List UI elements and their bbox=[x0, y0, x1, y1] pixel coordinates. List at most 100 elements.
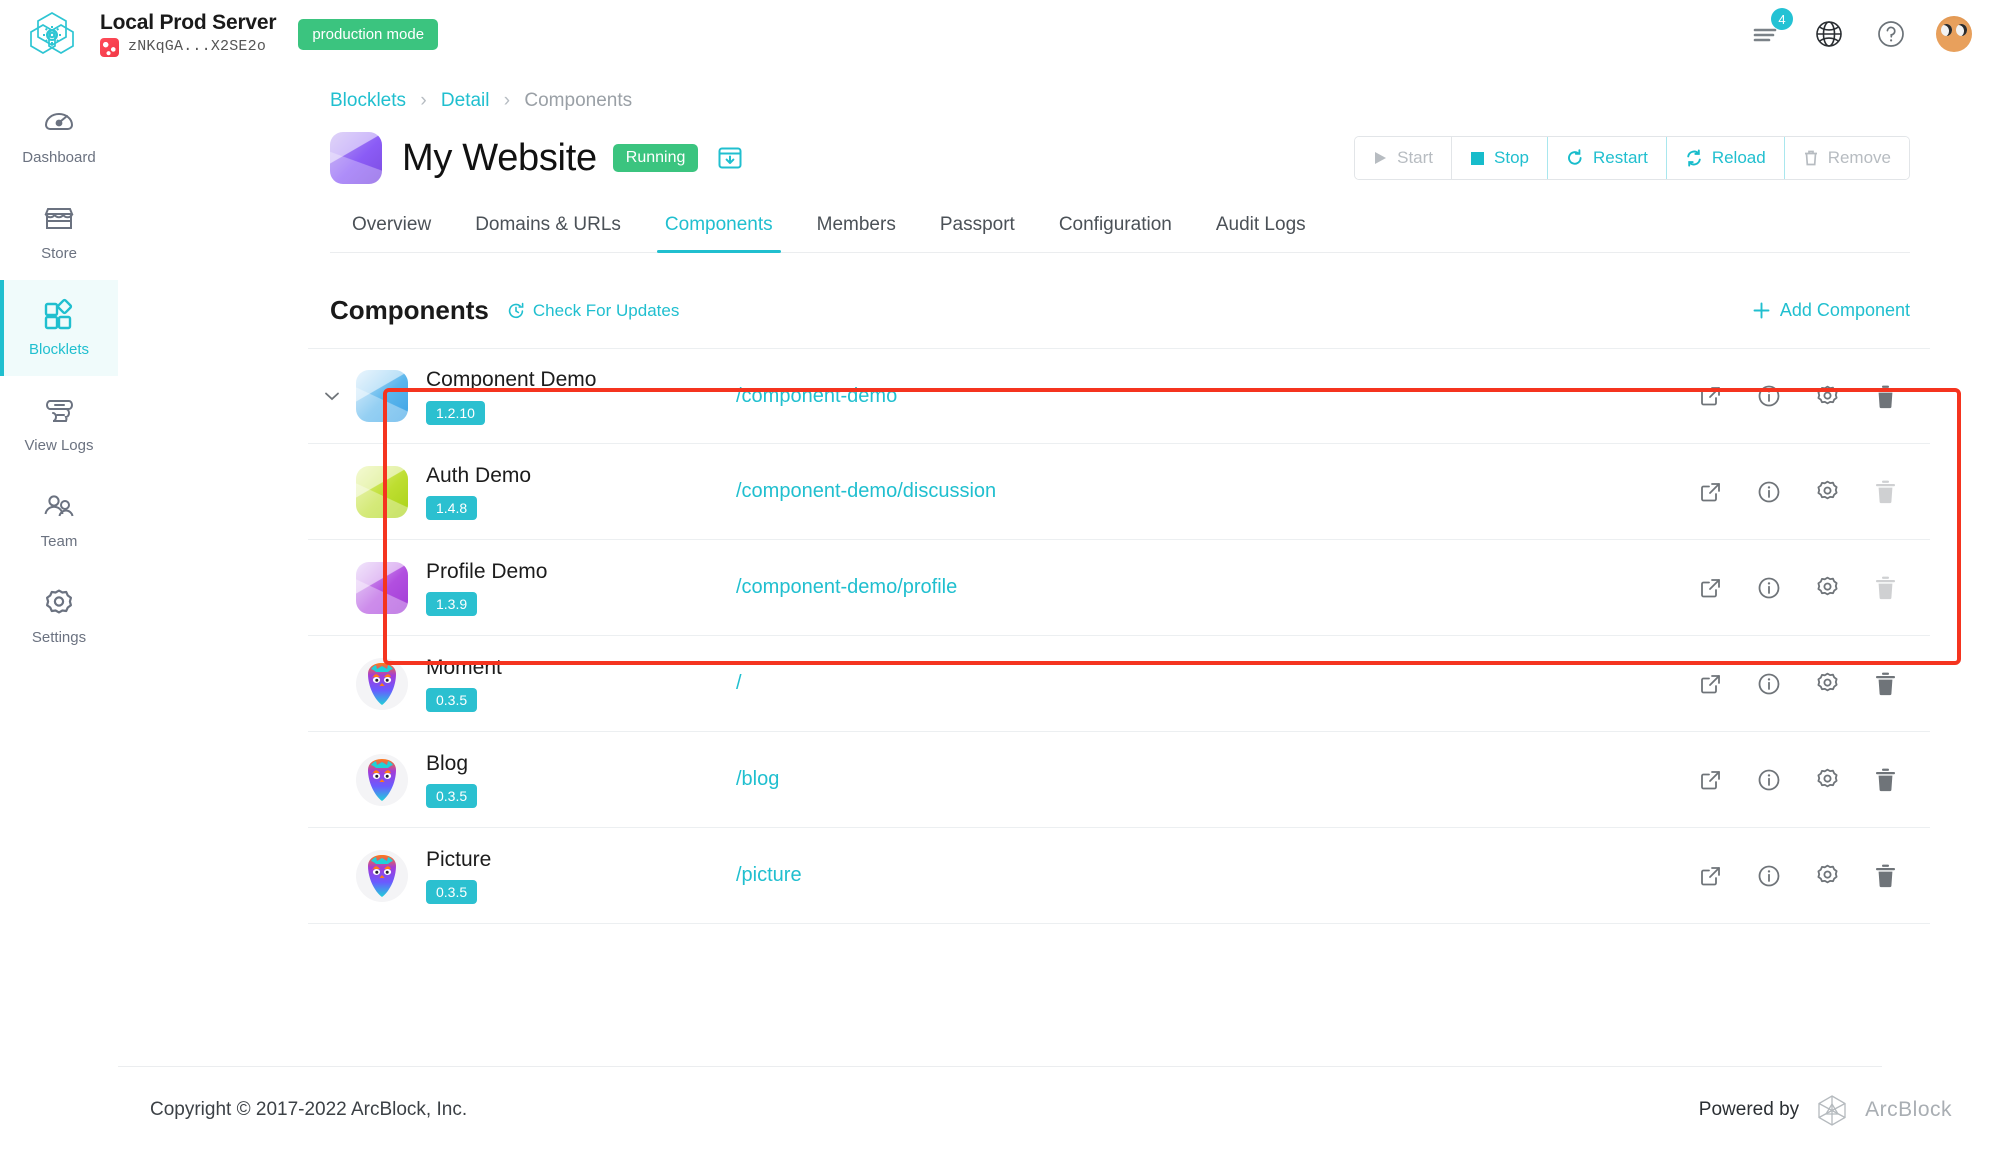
info-circle-icon[interactable] bbox=[1754, 381, 1784, 411]
tab-domains-urls[interactable]: Domains & URLs bbox=[453, 214, 643, 252]
sidebar-item-label: Team bbox=[40, 533, 78, 550]
stop-button[interactable]: Stop bbox=[1452, 137, 1549, 179]
component-meta: Blog 0.3.5 bbox=[426, 751, 736, 809]
gear-icon[interactable] bbox=[1812, 669, 1842, 699]
external-link-icon[interactable] bbox=[1696, 477, 1726, 507]
start-button-label: Start bbox=[1397, 148, 1434, 167]
chevron-down-icon[interactable] bbox=[308, 390, 356, 402]
mascot-owl-icon bbox=[368, 758, 396, 801]
version-badge: 1.4.8 bbox=[426, 496, 478, 521]
component-icon bbox=[356, 657, 408, 710]
info-circle-icon[interactable] bbox=[1754, 669, 1784, 699]
trash-icon[interactable] bbox=[1870, 765, 1900, 795]
table-row[interactable]: Auth Demo 1.4.8 /component-demo/discussi… bbox=[308, 444, 1930, 540]
mascot-owl-icon bbox=[368, 854, 396, 897]
breadcrumb-item-detail[interactable]: Detail bbox=[441, 90, 490, 111]
version-badge: 1.2.10 bbox=[426, 400, 485, 425]
external-link-icon[interactable] bbox=[1696, 381, 1726, 411]
trash-icon[interactable] bbox=[1870, 861, 1900, 891]
component-icon bbox=[356, 753, 408, 806]
tab-components[interactable]: Components bbox=[643, 214, 795, 253]
trash-icon bbox=[1870, 477, 1900, 507]
did-avatar-icon bbox=[100, 37, 119, 57]
copyright-text: Copyright © 2017-2022 ArcBlock, Inc. bbox=[150, 1099, 468, 1120]
arcblock-hexagon-logo-icon[interactable] bbox=[26, 8, 78, 60]
start-button[interactable]: Start bbox=[1355, 137, 1453, 179]
breadcrumb: Blocklets › Detail › Components bbox=[330, 90, 2000, 112]
tab-audit-logs[interactable]: Audit Logs bbox=[1194, 214, 1328, 252]
globe-icon[interactable] bbox=[1812, 17, 1846, 51]
info-circle-icon[interactable] bbox=[1754, 861, 1784, 891]
sidebar-item-settings[interactable]: Settings bbox=[0, 568, 118, 664]
component-path-link[interactable]: /picture bbox=[736, 864, 1376, 887]
component-meta: Moment 0.3.5 bbox=[426, 655, 736, 713]
section-title: Components bbox=[330, 295, 489, 325]
version-badge: 1.3.9 bbox=[426, 592, 478, 617]
trash-icon[interactable] bbox=[1870, 381, 1900, 411]
gear-icon[interactable] bbox=[1812, 381, 1842, 411]
external-link-icon[interactable] bbox=[1696, 573, 1726, 603]
stop-button-label: Stop bbox=[1494, 148, 1530, 167]
component-icon bbox=[356, 465, 408, 518]
component-icon bbox=[356, 561, 408, 614]
plus-icon bbox=[1753, 302, 1770, 319]
remove-button[interactable]: Remove bbox=[1784, 137, 1909, 179]
sidebar-item-label: Dashboard bbox=[22, 149, 96, 166]
sidebar-item-label: Settings bbox=[31, 629, 87, 646]
add-component-button[interactable]: Add Component bbox=[1752, 300, 1910, 321]
row-actions bbox=[1696, 765, 1930, 795]
external-link-icon[interactable] bbox=[1696, 765, 1726, 795]
restart-arrow-icon bbox=[1568, 149, 1582, 165]
info-circle-icon[interactable] bbox=[1754, 765, 1784, 795]
tab-configuration[interactable]: Configuration bbox=[1037, 214, 1194, 252]
component-meta: Profile Demo 1.3.9 bbox=[426, 559, 736, 617]
user-avatar[interactable] bbox=[1936, 16, 1972, 52]
table-row[interactable]: Component Demo 1.2.10 /component-demo bbox=[308, 348, 1930, 444]
sidebar-item-dashboard[interactable]: Dashboard bbox=[0, 88, 118, 184]
component-path-link[interactable]: /component-demo/profile bbox=[736, 576, 1376, 599]
breadcrumb-item-blocklets[interactable]: Blocklets bbox=[330, 90, 406, 111]
gear-icon[interactable] bbox=[1812, 477, 1842, 507]
sidebar-item-blocklets[interactable]: Blocklets bbox=[0, 280, 118, 376]
tab-overview[interactable]: Overview bbox=[330, 214, 453, 252]
check-for-updates-button[interactable]: Check For Updates bbox=[507, 301, 679, 321]
help-circle-icon[interactable] bbox=[1874, 17, 1908, 51]
download-box-icon[interactable] bbox=[716, 144, 744, 172]
sidebar-item-store[interactable]: Store bbox=[0, 184, 118, 280]
notifications-list-icon[interactable]: 4 bbox=[1750, 8, 1793, 51]
powered-by-name: ArcBlock bbox=[1865, 1098, 1952, 1121]
component-path-link[interactable]: /component-demo bbox=[736, 385, 1376, 408]
reload-arrows-icon bbox=[1687, 149, 1701, 167]
restart-button[interactable]: Restart bbox=[1548, 137, 1667, 179]
sidebar-item-view-logs[interactable]: View Logs bbox=[0, 376, 118, 472]
component-path-link[interactable]: /blog bbox=[736, 768, 1376, 791]
gear-icon[interactable] bbox=[1812, 765, 1842, 795]
component-meta: Component Demo 1.2.10 bbox=[426, 367, 736, 425]
table-row[interactable]: Profile Demo 1.3.9 /component-demo/profi… bbox=[308, 540, 1930, 636]
arcblock-cube-logo-icon bbox=[1818, 1095, 1846, 1126]
table-row[interactable]: Blog 0.3.5 /blog bbox=[308, 732, 1930, 828]
info-circle-icon[interactable] bbox=[1754, 573, 1784, 603]
component-name: Blog bbox=[426, 751, 469, 775]
tab-members[interactable]: Members bbox=[795, 214, 918, 252]
sidebar-item-team[interactable]: Team bbox=[0, 472, 118, 568]
trash-icon bbox=[1804, 150, 1817, 166]
component-icon bbox=[356, 849, 408, 902]
trash-icon[interactable] bbox=[1870, 669, 1900, 699]
component-path-link[interactable]: /component-demo/discussion bbox=[736, 480, 1376, 503]
page-title: My Website bbox=[402, 136, 597, 179]
table-row[interactable]: Picture 0.3.5 /picture bbox=[308, 828, 1930, 924]
component-path-link[interactable]: / bbox=[736, 672, 1376, 695]
info-circle-icon[interactable] bbox=[1754, 477, 1784, 507]
table-row[interactable]: Moment 0.3.5 / bbox=[308, 636, 1930, 732]
gear-icon[interactable] bbox=[1812, 573, 1842, 603]
tab-passport[interactable]: Passport bbox=[918, 214, 1037, 252]
external-link-icon[interactable] bbox=[1696, 861, 1726, 891]
restart-button-label: Restart bbox=[1593, 148, 1648, 167]
gear-icon[interactable] bbox=[1812, 861, 1842, 891]
reload-button[interactable]: Reload bbox=[1666, 137, 1785, 179]
powered-by: Powered by ArcBlock bbox=[1699, 1093, 1952, 1127]
external-link-icon[interactable] bbox=[1696, 669, 1726, 699]
version-badge: 0.3.5 bbox=[426, 784, 478, 809]
version-badge: 0.3.5 bbox=[426, 880, 478, 905]
